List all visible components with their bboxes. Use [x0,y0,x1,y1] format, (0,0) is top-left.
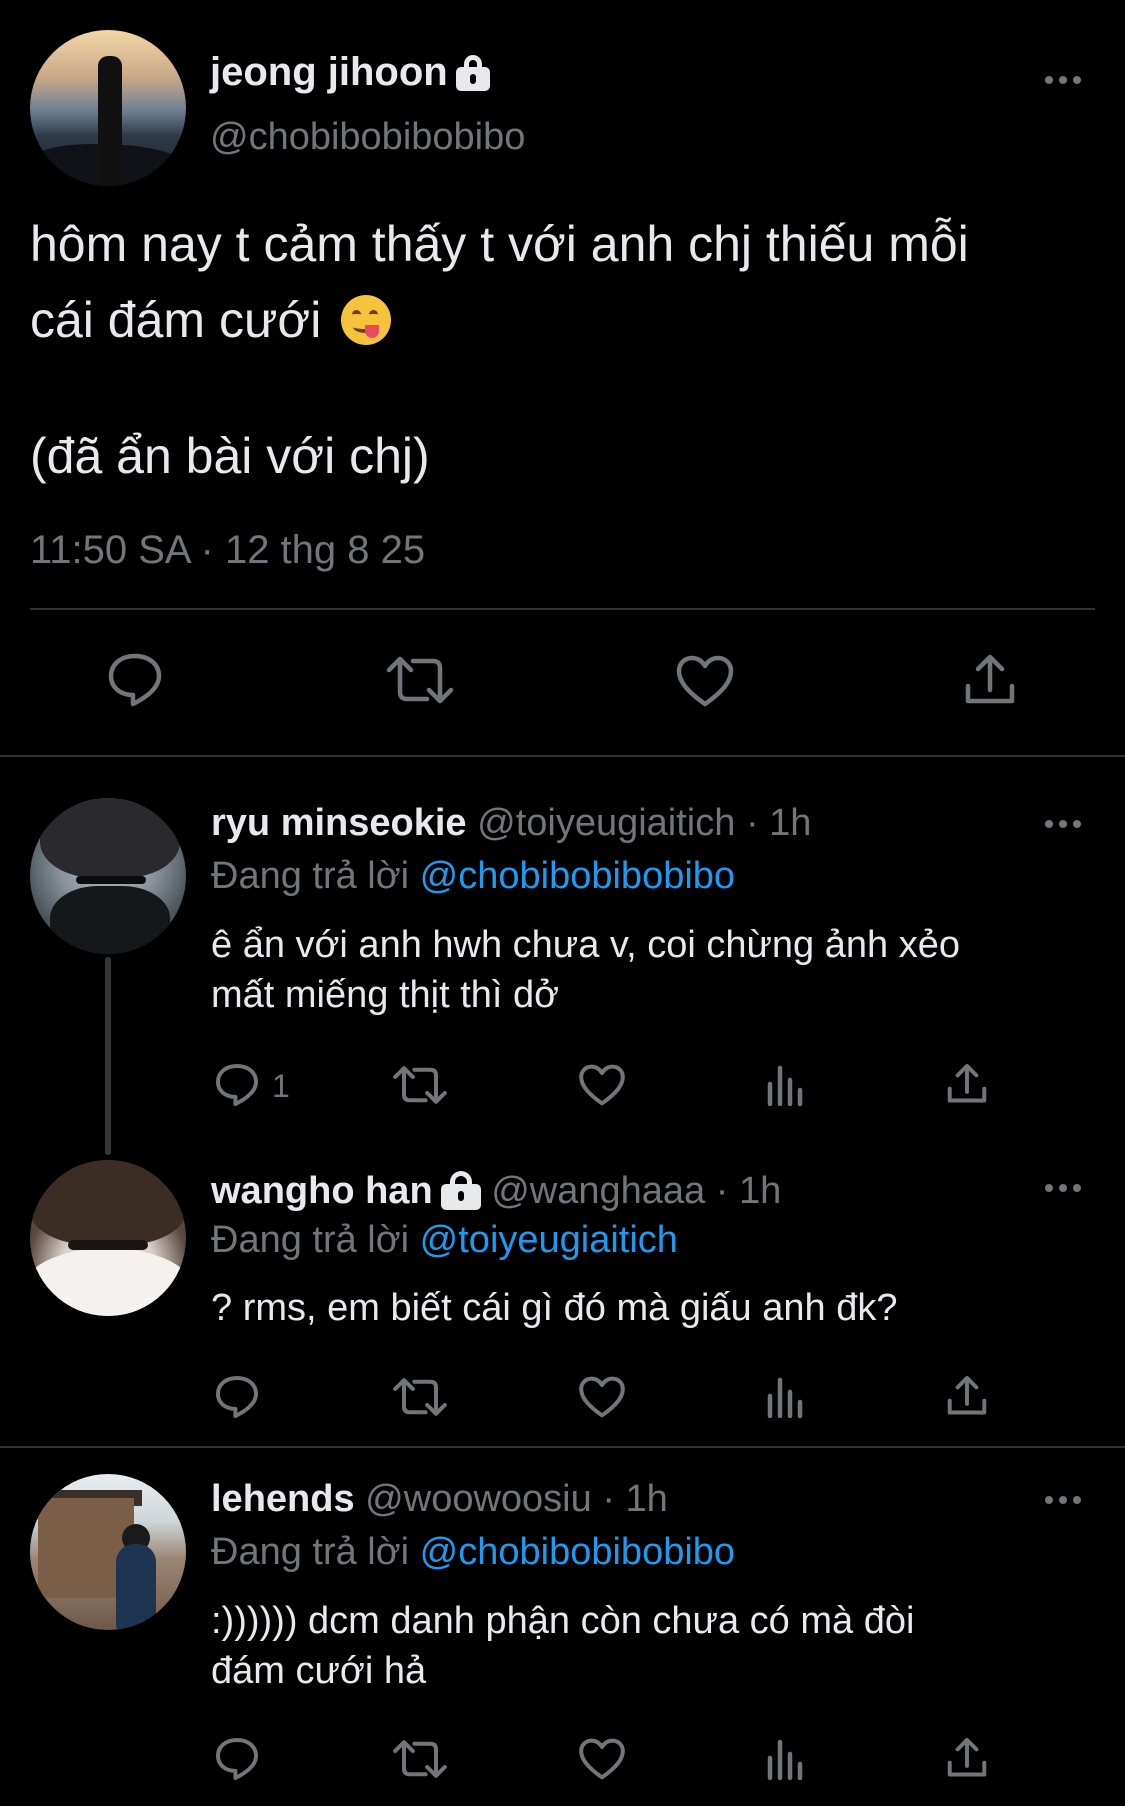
views-analytics-icon[interactable] [766,1376,806,1418]
display-name[interactable]: ryu minseokie [211,802,467,844]
user-handle[interactable]: @chobibobibobibo [210,112,525,162]
like-heart-icon[interactable] [578,1375,626,1419]
replying-to: Đang trả lời @chobibobibobibo [211,851,735,901]
avatar[interactable] [30,1160,186,1316]
tweet-text-line-with-emoji: cái đám cưới [30,282,1110,358]
reply-icon[interactable] [106,652,164,708]
avatar[interactable] [30,30,186,186]
reply-text: :)))))) dcm danh phận còn chưa có mà đòi… [211,1596,1091,1696]
share-icon[interactable] [962,652,1018,708]
main-tweet: jeong jihoon @chobibobibobibo hôm nay t … [0,0,1125,755]
tweet-text-line: cái đám cưới [30,292,322,348]
lock-icon [440,1170,481,1210]
author-name-line[interactable]: jeong jihoon [210,46,490,98]
more-options-icon[interactable] [1043,74,1083,86]
like-heart-icon[interactable] [578,1063,626,1107]
replying-to-handle-link[interactable]: @toiyeugiaitich [420,1219,678,1261]
reply-text-line: đám cưới hả [211,1650,427,1692]
tweet-text-line: hôm nay t cảm thấy t với anh chj thiếu m… [30,216,969,272]
user-handle[interactable]: @wanghaaa [491,1170,705,1212]
retweet-icon[interactable] [385,654,455,706]
replying-to-label: Đang trả lời [211,1219,410,1261]
reply-time: · 1h [602,1478,668,1520]
reply-text-line: mất miếng thịt thì dở [211,974,560,1016]
display-name[interactable]: wangho han [211,1170,433,1212]
user-handle[interactable]: @woowoosiu [365,1478,592,1520]
replying-to-label: Đang trả lời [211,855,410,897]
display-name[interactable]: lehends [211,1478,355,1520]
more-options-icon[interactable] [1043,1494,1083,1506]
like-heart-icon[interactable] [675,654,735,708]
author-name-line: ryu minseokie @toiyeugiaitich · 1h [211,798,811,848]
share-icon[interactable] [945,1374,989,1418]
reply-text-line: :)))))) dcm danh phận còn chưa có mà đòi [211,1600,915,1642]
avatar[interactable] [30,1474,186,1630]
display-name[interactable]: jeong jihoon [210,50,448,94]
tweet-action-bar [0,640,1125,720]
thread-connector-line [105,957,111,1155]
replying-to: Đang trả lời @chobibobibobibo [211,1527,735,1577]
reply-count: 1 [272,1068,290,1104]
tweet-text-line: (đã ẩn bài với chj) [30,428,430,484]
savoring-food-emoji-icon [341,295,392,345]
lock-icon [455,55,490,92]
author-name-line: lehends @woowoosiu · 1h [211,1474,668,1524]
more-options-icon[interactable] [1043,1182,1083,1194]
more-options-icon[interactable] [1043,818,1083,830]
reply-text: ? rms, em biết cái gì đó mà giấu anh đk? [211,1283,1091,1333]
reply-text: ê ẩn với anh hwh chưa v, coi chừng ảnh x… [211,920,1091,1020]
replying-to: Đang trả lời @toiyeugiaitich [211,1215,678,1265]
reply-icon[interactable] [214,1062,260,1108]
section-divider [0,1446,1125,1448]
reply-time: · 1h [715,1170,782,1212]
share-icon[interactable] [945,1062,989,1106]
section-divider [0,755,1125,757]
divider [30,608,1095,610]
reply-icon[interactable] [214,1736,260,1782]
avatar[interactable] [30,798,186,954]
user-handle[interactable]: @toiyeugiaitich [477,802,735,844]
reply-text-line: ? rms, em biết cái gì đó mà giấu anh đk? [211,1287,898,1329]
retweet-icon[interactable] [392,1738,448,1780]
tweet-text: hôm nay t cảm thấy t với anh chj thiếu m… [30,206,1110,494]
views-analytics-icon[interactable] [766,1064,806,1106]
avatar-figure [98,56,122,186]
tweet-timestamp[interactable]: 11:50 SA · 12 thg 8 25 [30,524,425,576]
retweet-icon[interactable] [392,1376,448,1418]
replying-to-handle-link[interactable]: @chobibobibobibo [420,855,735,897]
replying-to-label: Đang trả lời [211,1531,410,1573]
reply-time: · 1h [745,802,812,844]
views-analytics-icon[interactable] [766,1738,806,1780]
retweet-icon[interactable] [392,1064,448,1106]
reply-icon[interactable] [214,1374,260,1420]
share-icon[interactable] [945,1736,989,1780]
like-heart-icon[interactable] [578,1737,626,1781]
author-name-line: wangho han @wanghaaa · 1h [211,1166,781,1216]
reply-text-line: ê ẩn với anh hwh chưa v, coi chừng ảnh x… [211,924,960,966]
replying-to-handle-link[interactable]: @chobibobibobibo [420,1531,735,1573]
